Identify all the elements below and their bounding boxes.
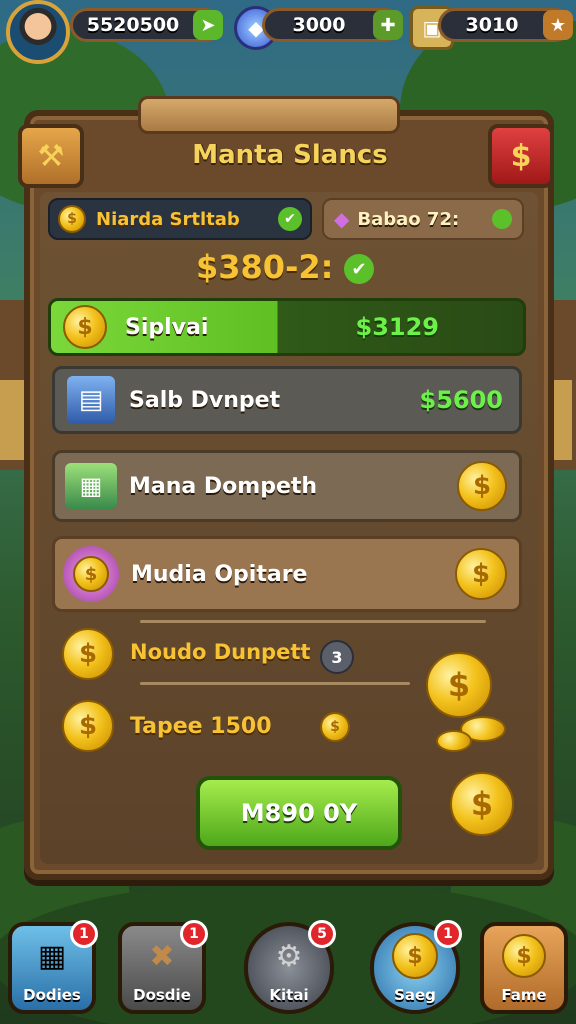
mana-row[interactable]: ▦ Mana Dompeth $ bbox=[52, 450, 522, 522]
add-money-icon[interactable]: ➤ bbox=[193, 10, 223, 40]
player-avatar[interactable] bbox=[6, 0, 70, 64]
title-tab bbox=[138, 96, 400, 134]
coin-icon bbox=[436, 730, 472, 752]
panel-title: Manta Slancs bbox=[192, 140, 388, 170]
coin-icon: $ bbox=[502, 926, 546, 986]
box-icon: ▦ bbox=[37, 938, 67, 974]
hammer-icon[interactable]: ⚒ bbox=[18, 124, 84, 188]
right-balance-label: Babao 72: bbox=[357, 208, 460, 230]
notification-badge: 1 bbox=[180, 920, 208, 948]
coin-stack-icon: $ bbox=[450, 772, 514, 836]
nav-label: Saeg bbox=[394, 986, 436, 1004]
row-value: $3129 bbox=[355, 313, 440, 341]
nav-dosdie[interactable]: ✖ Dosdie 1 bbox=[118, 920, 208, 1014]
nav-fame[interactable]: $ Fame bbox=[480, 922, 568, 1014]
nav-label: Dodies bbox=[23, 986, 81, 1004]
crate-value: 3010 bbox=[465, 14, 519, 36]
total-amount: $380-2: bbox=[196, 248, 334, 286]
coin-icon[interactable]: $ bbox=[455, 548, 507, 600]
status-dot-icon bbox=[492, 209, 512, 229]
nav-label: Kitai bbox=[269, 986, 309, 1004]
row-value: $5600 bbox=[419, 386, 504, 414]
coin-icon: $ bbox=[58, 205, 86, 233]
gem-counter: 3000 ✚ bbox=[262, 8, 403, 42]
coin-stack-icon: $ bbox=[426, 652, 492, 718]
notification-badge: 1 bbox=[434, 920, 462, 948]
dollar-icon[interactable]: $ bbox=[488, 124, 554, 188]
money-value: 5520500 bbox=[86, 14, 180, 36]
chest-icon: ▦ bbox=[65, 463, 117, 509]
left-balance-box: $ Niarda Srtltab ✔ bbox=[48, 198, 312, 240]
row-label: Mudia Opitare bbox=[131, 561, 308, 587]
nav-saeg[interactable]: $ Saeg 1 bbox=[370, 920, 462, 1014]
list-item-label: Noudo Dunpett bbox=[130, 640, 311, 664]
add-gems-icon[interactable]: ✚ bbox=[373, 10, 403, 40]
gear-icon: ⚙ bbox=[275, 938, 303, 974]
nav-kitai[interactable]: ⚙ Kitai 5 bbox=[244, 920, 336, 1014]
nav-label: Fame bbox=[501, 986, 547, 1004]
gem-value: 3000 bbox=[292, 14, 346, 36]
crossed-tools-icon: ✖ bbox=[149, 938, 175, 974]
siplvai-row[interactable]: $ Siplvai $3129 bbox=[48, 298, 526, 356]
panel-inner bbox=[40, 192, 538, 864]
check-icon: ✔ bbox=[278, 207, 302, 231]
right-balance-box: ◆ Babao 72: bbox=[322, 198, 524, 240]
nav-dodies[interactable]: ▦ Dodies 1 bbox=[8, 920, 98, 1014]
list-item-label: Tapee 1500 bbox=[130, 714, 272, 739]
notification-badge: 5 bbox=[308, 920, 336, 948]
nav-label: Dosdie bbox=[133, 986, 191, 1004]
coin-icon: $ bbox=[63, 305, 107, 349]
coin-icon: $ bbox=[62, 628, 114, 680]
box-icon: ▤ bbox=[67, 376, 115, 424]
left-balance-label: Niarda Srtltab bbox=[96, 208, 240, 230]
crate-counter: 3010 ★ bbox=[438, 8, 573, 42]
total-check-icon: ✔ bbox=[344, 254, 374, 284]
add-crates-icon[interactable]: ★ bbox=[543, 10, 573, 40]
coin-icon: $ bbox=[62, 700, 114, 752]
salb-row[interactable]: ▤ Salb Dvnpet $5600 bbox=[52, 366, 522, 434]
gem-pink-icon: ◆ bbox=[334, 207, 350, 231]
notification-badge: 1 bbox=[70, 920, 98, 948]
coin-icon[interactable]: $ bbox=[457, 461, 507, 511]
row-label: Mana Dompeth bbox=[129, 473, 318, 499]
count-badge: 3 bbox=[320, 640, 354, 674]
divider bbox=[140, 682, 410, 685]
divider bbox=[140, 620, 486, 623]
coin-icon: $ bbox=[320, 712, 350, 742]
coin-badge-icon: $ bbox=[63, 546, 119, 602]
row-label: Siplvai bbox=[125, 314, 209, 340]
top-bar: 5520500 ➤ ◆ 3000 ✚ ▣ 3010 ★ bbox=[0, 0, 576, 64]
money-counter: 5520500 ➤ bbox=[70, 8, 223, 42]
coin-icon: $ bbox=[392, 926, 438, 986]
row-label: Salb Dvnpet bbox=[129, 387, 281, 413]
mudia-row[interactable]: $ Mudia Opitare $ bbox=[52, 536, 522, 612]
action-button[interactable]: M890 0Y bbox=[196, 776, 402, 850]
